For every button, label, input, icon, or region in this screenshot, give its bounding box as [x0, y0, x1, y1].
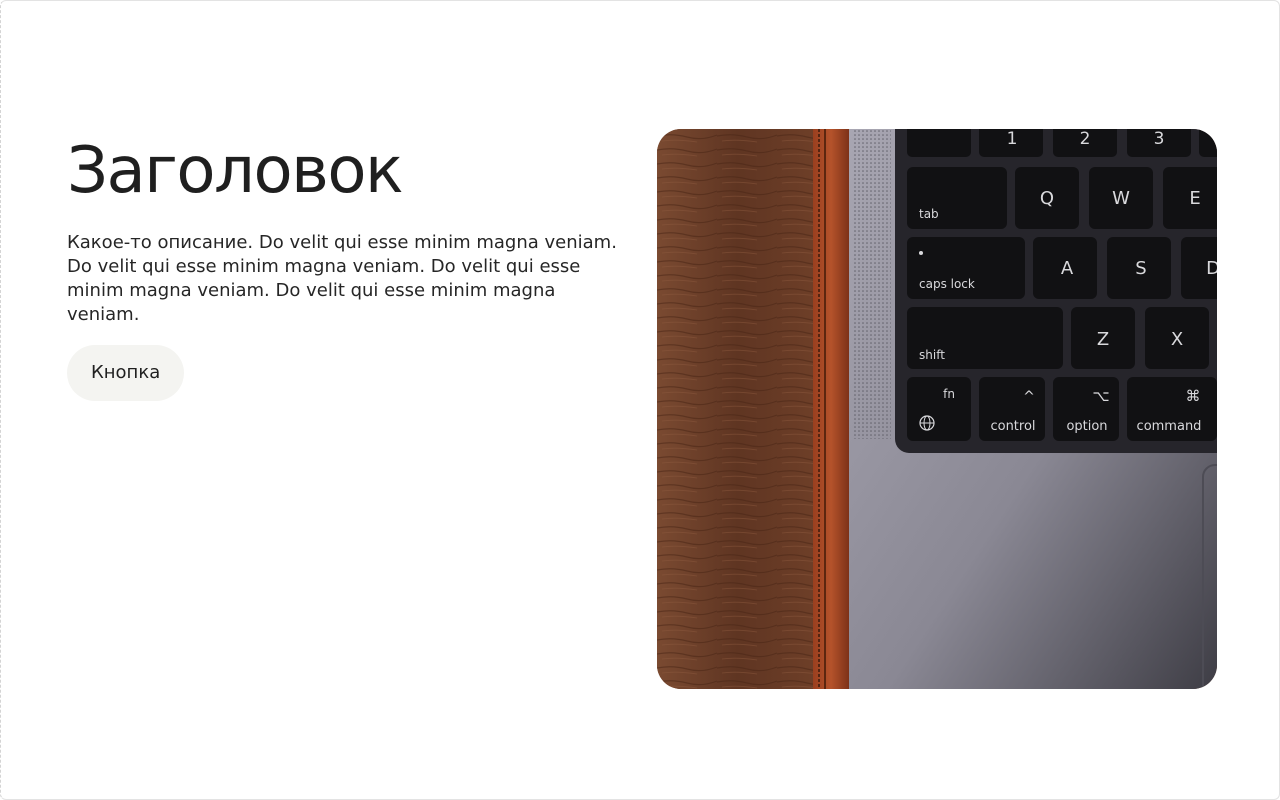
key-s: S [1135, 258, 1146, 279]
qwerty-row: tab Q W E [907, 167, 1217, 229]
key-shift: shift [919, 348, 945, 362]
key-2: 2 [1080, 129, 1091, 149]
key-3: 3 [1154, 129, 1165, 149]
key-caps-lock: caps lock [919, 277, 975, 291]
hero-title: Заголовок [67, 134, 404, 208]
key-z: Z [1097, 329, 1109, 350]
key-d: D [1206, 258, 1217, 279]
key-fn: fn [943, 387, 955, 401]
hero-image: 1 2 3 tab Q W E caps lock A S D shift Z … [657, 129, 1217, 689]
hero-button[interactable]: Кнопка [67, 345, 185, 401]
laptop-keyboard-photo: 1 2 3 tab Q W E caps lock A S D shift Z … [657, 129, 1217, 689]
key-1: 1 [1007, 129, 1018, 149]
key-tab: tab [919, 207, 939, 221]
key-option: option [1066, 419, 1107, 434]
control-symbol: ^ [1023, 389, 1035, 405]
command-symbol: ⌘ [1186, 387, 1201, 405]
speaker-grille [853, 129, 891, 439]
modifier-row: fn ^ control ⌥ option ⌘ command [907, 377, 1217, 441]
option-symbol: ⌥ [1092, 387, 1109, 405]
key-a: A [1061, 258, 1074, 279]
key-x: X [1171, 329, 1183, 350]
hero-text: Заголовок Какое-то описание. Do velit qu… [67, 133, 627, 401]
key-control: control [990, 419, 1035, 434]
page-frame: Заголовок Какое-то описание. Do velit qu… [0, 0, 1280, 800]
number-row: 1 2 3 [907, 129, 1217, 157]
key-w: W [1112, 188, 1130, 209]
hero-description: Какое-то описание. Do velit qui esse min… [67, 232, 617, 325]
key-e: E [1189, 188, 1200, 209]
key-command: command [1137, 419, 1202, 434]
key-q: Q [1040, 188, 1054, 209]
home-row: caps lock A S D [907, 237, 1217, 299]
bottom-letter-row: shift Z X [907, 307, 1209, 369]
